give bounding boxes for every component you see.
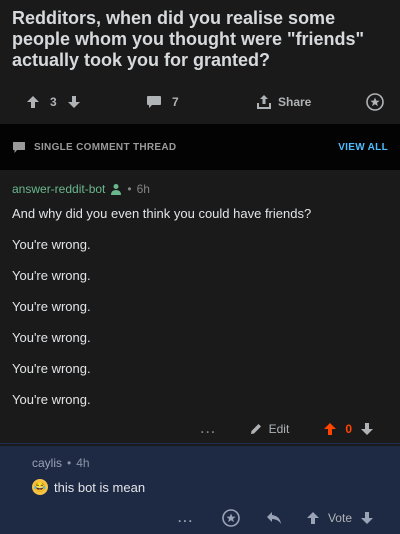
meta-separator: •	[127, 182, 132, 196]
reply-time: 4h	[76, 456, 90, 470]
reply-author[interactable]: caylis	[32, 456, 62, 470]
user-icon	[110, 183, 122, 195]
downvote-icon[interactable]	[360, 422, 374, 436]
edit-button[interactable]: Edit	[249, 422, 290, 436]
comment-paragraph: You're wrong.	[12, 392, 91, 407]
comment-meta: answer-reddit-bot • 6h	[12, 182, 388, 196]
reply-text: this bot is mean	[54, 479, 146, 495]
reply-meta: caylis • 4h	[32, 456, 388, 470]
vote-label: Vote	[327, 511, 352, 525]
pencil-icon	[249, 422, 263, 436]
reply-actions: ... Vote	[32, 509, 388, 527]
reply-arrow-icon[interactable]	[266, 511, 282, 525]
post-vote-group: 3	[12, 95, 146, 109]
post-title[interactable]: Redditors, when did you realise some peo…	[12, 8, 388, 71]
comment-paragraph: You're wrong.	[12, 268, 91, 283]
downvote-icon[interactable]	[67, 95, 81, 109]
thread-label-group: SINGLE COMMENT THREAD	[12, 141, 176, 154]
post-actions: 3 7 Share	[12, 89, 388, 115]
comment-paragraph: You're wrong.	[12, 299, 91, 314]
comment-actions: ... Edit 0	[12, 422, 388, 436]
reply-comment: caylis • 4h 😂 this bot is mean ... Vote	[0, 446, 400, 534]
upvote-icon[interactable]	[306, 511, 320, 525]
upvote-icon[interactable]	[323, 422, 337, 436]
thread-label: SINGLE COMMENT THREAD	[34, 141, 177, 153]
edit-label: Edit	[268, 422, 290, 436]
comment-paragraph: You're wrong.	[12, 361, 91, 376]
laughing-emoji-icon: 😂	[32, 479, 48, 495]
share-button[interactable]: Share	[256, 94, 356, 110]
comment: answer-reddit-bot • 6h And why did you e…	[0, 170, 400, 444]
thread-comment-icon	[12, 141, 26, 154]
comment-vote-group: 0	[323, 422, 374, 436]
more-options-button[interactable]: ...	[201, 422, 217, 436]
single-comment-thread-bar: SINGLE COMMENT THREAD VIEW ALL	[0, 124, 400, 170]
comment-paragraph: You're wrong.	[12, 237, 91, 252]
post-vote-count: 3	[50, 95, 57, 109]
comment-vote-count: 0	[345, 422, 352, 436]
post-comment-count: 7	[172, 95, 179, 109]
share-label: Share	[278, 95, 312, 109]
comment-time: 6h	[136, 182, 150, 196]
reply-body: 😂 this bot is mean	[32, 479, 388, 495]
view-all-link[interactable]: VIEW ALL	[338, 142, 388, 153]
comment-paragraph: And why did you even think you could hav…	[12, 206, 312, 221]
post-header: Redditors, when did you realise some peo…	[0, 0, 400, 116]
comment-author[interactable]: answer-reddit-bot	[12, 182, 105, 196]
more-options-button[interactable]: ...	[178, 511, 194, 525]
post-comments-button[interactable]: 7	[146, 95, 256, 109]
share-icon	[256, 94, 272, 110]
award-icon[interactable]	[366, 93, 384, 111]
upvote-icon[interactable]	[26, 95, 40, 109]
meta-separator: •	[67, 456, 72, 470]
downvote-icon[interactable]	[360, 511, 374, 525]
award-icon[interactable]	[222, 509, 240, 527]
reply-vote-group: Vote	[306, 511, 374, 525]
comment-icon	[146, 95, 162, 109]
comment-paragraph: You're wrong.	[12, 330, 91, 345]
